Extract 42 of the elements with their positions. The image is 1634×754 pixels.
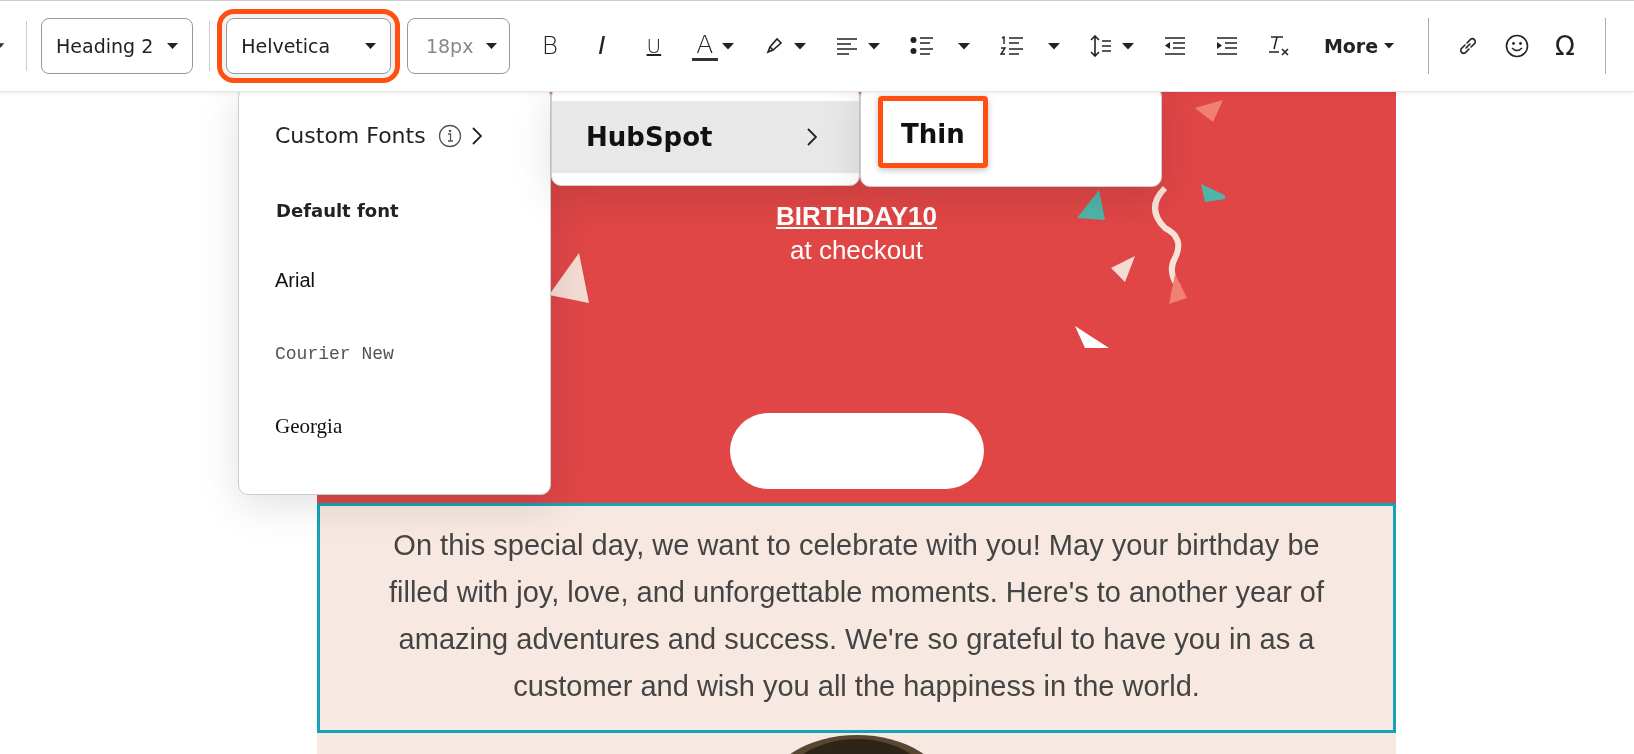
caret-icon	[364, 42, 376, 50]
text-block[interactable]	[317, 503, 1396, 733]
font-option[interactable]: Courier New	[239, 344, 550, 364]
caret-icon[interactable]	[1121, 42, 1134, 50]
text-color-button[interactable]: A	[691, 31, 718, 61]
caret-icon[interactable]	[793, 42, 806, 50]
caret-icon[interactable]	[1047, 42, 1060, 50]
font-weight-option[interactable]: Thin	[878, 96, 988, 168]
outdent-icon[interactable]	[1163, 37, 1186, 55]
paragraph: On this special day, we want to celebrate with you! May your birthday be filled with joy, love, and unforgettable moments. Here's to another year of amazing adventures and success. We're so grateful to have you in as a customer and wish you all the happiness in the world.	[387, 528, 1326, 704]
caret-icon	[485, 42, 497, 50]
section-heading: Default font	[275, 200, 400, 221]
font-option[interactable]: Georgia	[239, 414, 550, 439]
confetti-drawing	[549, 253, 589, 305]
align-left-icon[interactable]	[835, 37, 858, 55]
caret-icon	[167, 42, 179, 50]
line-height-icon[interactable]	[1089, 35, 1112, 57]
chevron-right-icon	[471, 126, 482, 145]
numbered-list-icon[interactable]	[999, 36, 1024, 56]
block-style-select[interactable]: Heading 2	[41, 18, 194, 74]
chevron-right-icon	[807, 128, 817, 146]
underline-button[interactable]: U	[639, 31, 668, 61]
clear-format-icon[interactable]	[1267, 35, 1290, 57]
caret-icon[interactable]	[867, 42, 880, 50]
indent-icon[interactable]	[1215, 37, 1238, 55]
info-icon[interactable]	[437, 123, 462, 148]
checkout-text: at checkout	[790, 234, 923, 267]
bold-button[interactable]: B	[535, 31, 564, 61]
caret-icon[interactable]	[721, 42, 734, 50]
font-family-item[interactable]: HubSpot	[552, 101, 859, 173]
font-option[interactable]: Arial	[239, 269, 550, 292]
custom-fonts-label: Custom Fonts	[275, 123, 426, 148]
italic-button[interactable]: I	[587, 31, 616, 61]
caret-icon[interactable]	[957, 42, 970, 50]
emoji-icon[interactable]	[1505, 34, 1530, 58]
bullet-list-icon[interactable]	[909, 36, 934, 56]
special-character-button[interactable]: Ω	[1555, 31, 1575, 61]
font-size-select[interactable]: 18px	[406, 18, 510, 74]
caret-icon	[1384, 43, 1395, 49]
more-button[interactable]: More	[1323, 35, 1395, 57]
custom-fonts-item[interactable]: Custom Fonts	[239, 123, 550, 148]
coupon-code: BIRTHDAY10	[776, 200, 937, 233]
